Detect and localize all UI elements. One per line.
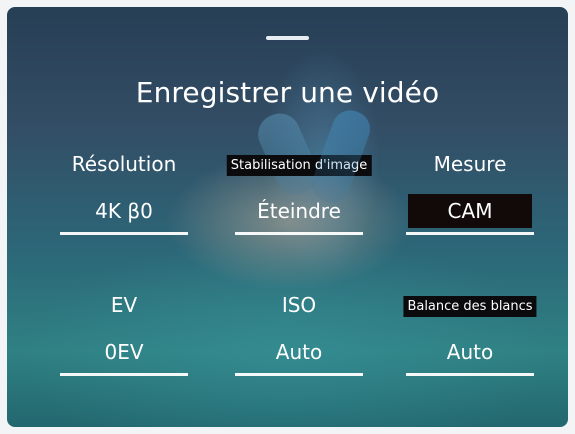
image-stabilization-label: Stabilisation d'image	[226, 155, 372, 176]
page-title: Enregistrer une vidéo	[135, 76, 440, 109]
metering-label: Mesure	[433, 152, 507, 176]
ev-value[interactable]: 0EV	[65, 335, 183, 369]
image-stabilization-value[interactable]: Éteindre	[240, 194, 358, 228]
resolution-setting[interactable]: Résolution 4K β0	[60, 152, 188, 235]
image-stabilization-setting[interactable]: Stabilisation d'image Éteindre	[226, 152, 372, 235]
drag-handle[interactable]	[266, 36, 309, 40]
white-balance-underline	[406, 373, 534, 376]
metering-underline	[406, 232, 534, 235]
iso-label: ISO	[281, 293, 317, 317]
ev-setting[interactable]: EV 0EV	[60, 293, 188, 376]
resolution-value[interactable]: 4K β0	[65, 194, 183, 228]
ev-label: EV	[110, 293, 138, 317]
metering-setting[interactable]: Mesure CAM	[406, 152, 534, 235]
resolution-underline	[60, 232, 188, 235]
metering-value[interactable]: CAM	[408, 194, 532, 228]
iso-setting[interactable]: ISO Auto	[235, 293, 363, 376]
resolution-label: Résolution	[71, 152, 177, 176]
white-balance-setting[interactable]: Balance des blancs Auto	[403, 293, 537, 376]
white-balance-value[interactable]: Auto	[411, 335, 529, 369]
iso-underline	[235, 373, 363, 376]
iso-value[interactable]: Auto	[240, 335, 358, 369]
ev-underline	[60, 373, 188, 376]
image-stabilization-underline	[235, 232, 363, 235]
white-balance-label: Balance des blancs	[403, 296, 537, 317]
video-settings-screen: Enregistrer une vidéo Résolution 4K β0 S…	[7, 7, 568, 427]
